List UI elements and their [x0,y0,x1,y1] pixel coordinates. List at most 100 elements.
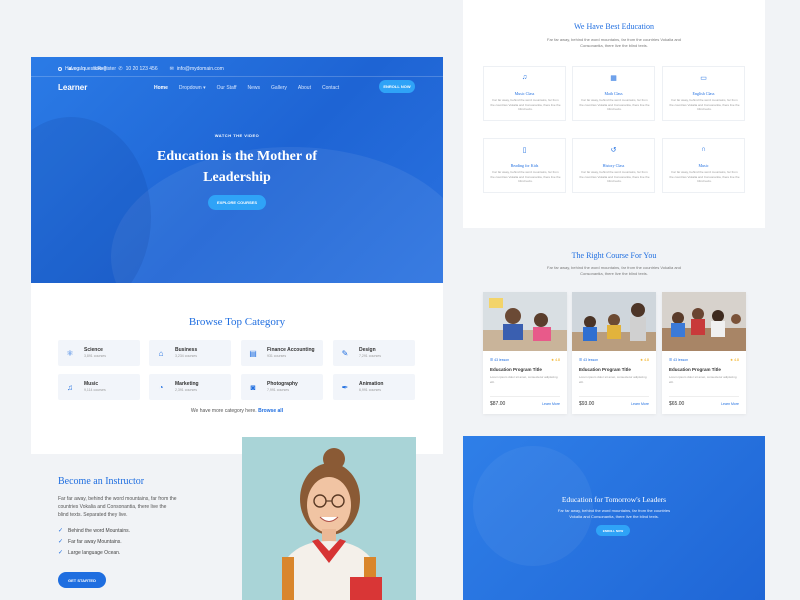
check-icon: ✓ [58,550,64,556]
category-marketing[interactable]: ◔ Marketing 2,391 courses [149,374,231,400]
class-name: Math Class [604,91,623,96]
category-name: Marketing [175,381,199,387]
best-subtitle: Far far away, behind the word mountains,… [547,37,681,48]
class-name: History Class [602,163,625,168]
category-finance[interactable]: ▤ Finance Accounting 931 courses [241,340,323,366]
chart-pie-icon: ◔ [158,382,164,392]
class-card-reading[interactable]: ▯ Reading for Kids Far far away, behind … [483,138,566,193]
learn-more-link[interactable]: Learn More [542,402,560,406]
class-name: Music [698,163,709,168]
instructor-list: ✓ Behind the word Mountains. ✓ Far far awa… [58,525,130,558]
more-categories: We have more category here. Browse all [31,408,443,414]
learn-more-link[interactable]: Learn More [631,402,649,406]
cta-title: Education for Tomorrow's Leaders [561,495,667,504]
browse-category-section: Browse Top Category ⚛ Science 3,891 cour… [31,283,443,454]
browse-all-link[interactable]: Browse all [258,408,283,414]
headphones-icon: ∩ [700,146,707,153]
courses-section: The Right Course For You Far far away, b… [463,228,765,436]
category-count: 3,891 courses [84,354,106,358]
course-price: $65.00 [669,401,685,407]
category-design[interactable]: ✎ Design 7,291 courses [333,340,415,366]
class-name: Reading for Kids [510,163,539,168]
class-card-music[interactable]: ♫ Music Class Far far away, behind the w… [483,66,566,121]
best-title: We Have Best Education [574,22,654,31]
category-science[interactable]: ⚛ Science 3,891 courses [58,340,140,366]
topbar-right: 🔒︎Log In ♙Register [68,66,116,72]
class-card-music-2[interactable]: ∩ Music Far far away, behind the word mo… [662,138,745,193]
nav-item-staff[interactable]: Our Staff [217,85,237,91]
lesson-count: ☰ 43 lesson [490,358,510,362]
category-count: 7,291 courses [359,354,381,358]
category-count: 9,114 courses [84,388,106,392]
category-name: Science [84,347,103,353]
list-item: ✓ Far far away Mountains. [58,538,122,546]
instructor-section: Become an Instructor Far far away, behin… [31,454,242,600]
course-card[interactable]: ☰ 43 lesson ★ 4.8 Education Program Titl… [483,292,567,414]
course-text: Lorem ipsum dolor sit amet, consectetur … [490,375,558,384]
learn-more-link[interactable]: Learn More [721,402,739,406]
more-text: We have more category here. [190,408,257,414]
course-price: $93.00 [579,401,595,407]
course-image [483,292,567,351]
list-item: ✓ Large language Ocean. [58,549,121,557]
explore-courses-button[interactable]: EXPLORE COURSES [208,195,266,210]
check-icon: ✓ [58,528,64,534]
class-card-english[interactable]: ▭ English Class Far far away, behind the… [662,66,745,121]
course-title: Education Program Title [669,367,721,372]
class-name: Music Class [514,91,535,96]
hero-eyebrow[interactable]: WATCH THE VIDEO [0,133,474,138]
nav-item-news[interactable]: News [248,85,261,91]
check-icon: ✓ [58,539,64,545]
category-music[interactable]: ♫ Music 9,114 courses [58,374,140,400]
brand-logo[interactable]: Learner [58,83,87,92]
nav-item-home[interactable]: Home [154,85,168,91]
history-icon: ↺ [610,147,617,154]
rating: ★ 4.8 [640,358,649,362]
course-text: Lorem ipsum dolor sit amet, consectetur … [579,375,647,384]
nav-item-dropdown[interactable]: Dropdown ▾ [179,85,206,91]
category-animation[interactable]: ✒ Animation 6,991 courses [333,374,415,400]
course-price: $87.00 [490,401,506,407]
category-business[interactable]: ⌂ Business 3,234 courses [149,340,231,366]
class-card-math[interactable]: ▦ Math Class Far far away, behind the wo… [572,66,655,121]
class-card-history[interactable]: ↺ History Class Far far away, behind the… [572,138,655,193]
monitor-icon: ▭ [700,75,707,82]
nav-item-gallery[interactable]: Gallery [271,85,287,91]
register-link[interactable]: ♙Register [93,66,116,72]
portrait-illustration [242,437,416,600]
course-text: Lorem ipsum dolor sit amet, consectetur … [669,375,737,384]
best-education-section: We Have Best Education Far far away, beh… [463,0,765,228]
hero-title-line1: Education is the Mother of [157,149,317,164]
topbar-phone[interactable]: ✆ 10 20 123 456 [118,66,157,72]
instructor-text: Far far away, behind the word mountains,… [58,496,177,518]
get-started-button[interactable]: GET STARTED [58,572,106,588]
nav-item-contact[interactable]: Contact [322,85,339,91]
rating: ★ 4.8 [730,358,739,362]
login-link[interactable]: 🔒︎Log In [68,66,85,72]
category-name: Animation [359,381,384,387]
book-icon: ▯ [522,147,527,154]
course-image [662,292,746,351]
instructor-photo [242,437,416,600]
class-text: Far far away, behind the word mountains,… [669,98,740,111]
phone-icon: ✆ [118,66,123,72]
class-name: English Class [692,91,715,96]
hero-title: Education is the Mother of Leadership [0,146,474,188]
category-count: 2,391 courses [175,388,197,392]
nav-item-about[interactable]: About [298,85,311,91]
category-photography[interactable]: ◙ Photography 7,991 courses [241,374,323,400]
course-card[interactable]: ☰ 43 lesson ★ 4.8 Education Program Titl… [572,292,656,414]
briefcase-icon: ⌂ [158,348,164,358]
course-image [572,292,656,351]
divider [490,396,560,397]
category-name: Design [359,347,376,353]
cta-section: Education for Tomorrow's Leaders Far far… [463,436,765,600]
topbar-email[interactable]: ✉ info@mydomain.com [170,66,224,72]
camera-icon: ◙ [250,382,256,392]
enroll-now-button[interactable]: ENROLL NOW [379,80,415,93]
cta-enroll-button[interactable]: ENROLL NOW [596,525,630,536]
class-text: Far far away, behind the word mountains,… [490,98,561,111]
divider [579,396,649,397]
course-card[interactable]: ☰ 43 lesson ★ 4.8 Education Program Titl… [662,292,746,414]
class-text: Far far away, behind the word mountains,… [669,170,740,183]
